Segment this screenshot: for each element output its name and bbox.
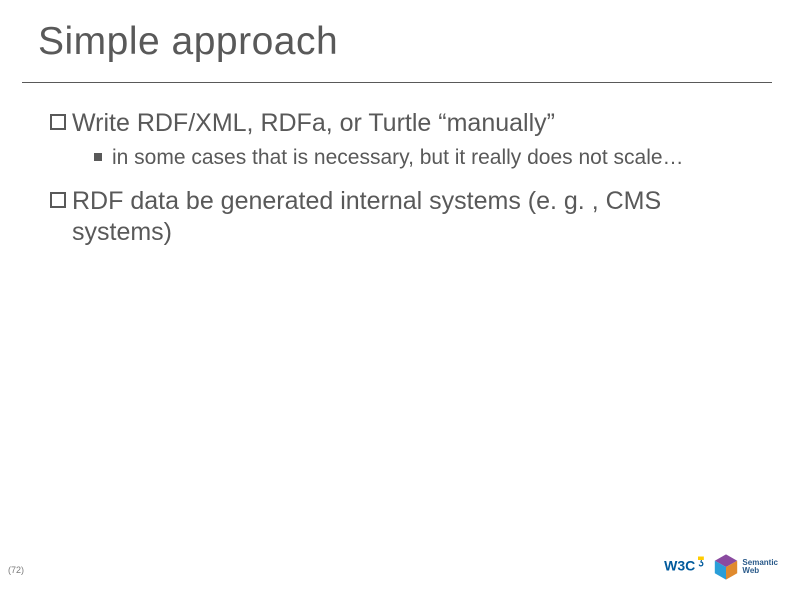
bullet-text: Write RDF/XML, RDFa, or Turtle “manually… [72,108,555,139]
page-number: (72) [8,565,24,575]
semantic-web-label-line2: Web [742,567,778,575]
semantic-web-text: Semantic Web [742,559,778,575]
bullet-item: Write RDF/XML, RDFa, or Turtle “manually… [50,108,762,139]
bullet-text: RDF data be generated internal systems (… [72,186,762,249]
title-divider [22,82,772,83]
footer-logos: W3C Semantic Web [662,553,778,581]
square-bullet-icon [50,192,66,208]
slide-title: Simple approach [38,20,338,64]
slide: Simple approach Write RDF/XML, RDFa, or … [0,0,794,595]
semantic-web-logo-icon: Semantic Web [712,553,778,581]
semantic-web-cube-icon [712,553,740,581]
square-bullet-icon [50,114,66,130]
w3c-logo-icon: W3C [662,553,706,581]
svg-text:W3C: W3C [665,558,696,574]
slide-content: Write RDF/XML, RDFa, or Turtle “manually… [50,108,762,254]
bullet-text: in some cases that is necessary, but it … [112,145,684,171]
bullet-item: RDF data be generated internal systems (… [50,186,762,249]
square-filled-bullet-icon [94,153,102,161]
bullet-item: in some cases that is necessary, but it … [94,145,762,171]
